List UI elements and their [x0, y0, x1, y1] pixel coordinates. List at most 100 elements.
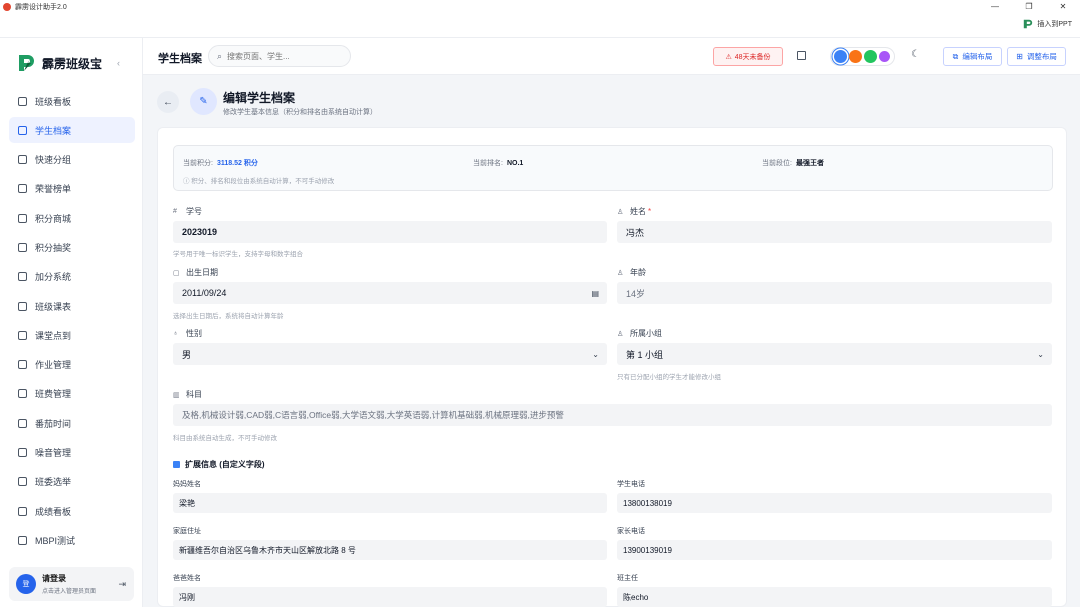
sidebar-item-quick-group[interactable]: 快速分组 — [9, 147, 135, 173]
theme-color-blue[interactable] — [834, 50, 847, 63]
page-title: 学生档案 — [158, 53, 202, 65]
grid-icon — [173, 461, 180, 468]
sidebar-item-grades[interactable]: 成绩看板 — [9, 498, 135, 524]
theme-color-orange[interactable] — [849, 50, 862, 63]
gender-label-text: 性别 — [186, 329, 202, 338]
sidebar-item-points-lottery[interactable]: 积分抽奖 — [9, 234, 135, 260]
subjects-label-text: 科目 — [186, 390, 202, 399]
timer-icon — [18, 418, 27, 428]
search-input[interactable] — [227, 51, 338, 61]
sidebar-item-homework[interactable]: 作业管理 — [9, 352, 135, 378]
chevron-down-icon: ⌄ — [592, 349, 599, 359]
login-panel[interactable]: 登 请登录 点击进入管理员页面 ⇥ — [9, 567, 134, 601]
sidebar-item-student-profile[interactable]: 学生档案 — [9, 117, 135, 144]
calendar-icon: ▢ — [173, 269, 180, 277]
age-field: 14岁 — [617, 282, 1052, 304]
sidebar-item-points-mall[interactable]: 积分商城 — [9, 205, 135, 231]
name-label-text: 姓名 — [630, 207, 646, 216]
backup-warning-badge[interactable]: ⚠ 48天未备份 — [713, 47, 783, 66]
theme-color-purple[interactable] — [879, 51, 890, 62]
sidebar-item-timetable[interactable]: 班级课表 — [9, 293, 135, 319]
theme-color-picker — [830, 47, 895, 66]
adjust-layout-button[interactable]: ⊞ 调整布局 — [1007, 47, 1066, 66]
sidebar-item-election[interactable]: 班委选举 — [9, 469, 135, 495]
check-circle-icon — [18, 330, 27, 340]
subjects-field: 及格,机械设计弱,CAD弱,C语言弱,Office弱,大学语文弱,大学英语弱,计… — [173, 404, 1052, 426]
edit-layout-label: 编辑布局 — [962, 52, 993, 61]
insert-ppt-button[interactable]: 插入到PPT — [1022, 18, 1072, 30]
rank-label: 当前排名: — [473, 160, 503, 167]
adjust-icon: ⊞ — [1016, 52, 1023, 61]
teacher-label: 班主任 — [617, 575, 638, 582]
score-info: 当前积分: 3118.52 积分 — [183, 158, 258, 168]
sidebar-item-label: 班级课表 — [35, 301, 72, 312]
sidebar-item-class-board[interactable]: 班级看板 — [9, 88, 135, 114]
user-icon: ♙ — [617, 208, 624, 216]
student-id-field[interactable]: 2023019 — [173, 221, 607, 243]
sidebar-item-noise[interactable]: 噪音管理 — [9, 440, 135, 466]
score-info-box: 当前积分: 3118.52 积分 当前排名: NO.1 当前段位: 最强王者 ⓘ 积分… — [173, 145, 1053, 191]
book-icon — [18, 360, 27, 370]
sidebar-item-label: 班费管理 — [35, 389, 72, 400]
main-content: ← ✎ 编辑学生档案 修改学生基本信息（积分和排名由系统自动计算） 当前积分: 3… — [157, 84, 1067, 607]
sidebar-item-label: MBPI测试 — [35, 535, 76, 546]
gender-label: ♁ 性别 — [173, 328, 202, 339]
sidebar-item-label: 番茄时间 — [35, 418, 72, 429]
arrow-left-icon: ← — [163, 96, 173, 108]
sidebar-item-mbpi[interactable]: MBPI测试 — [9, 527, 135, 553]
sidebar-item-label: 作业管理 — [35, 360, 72, 371]
address-field[interactable]: 新疆维吾尔自治区乌鲁木齐市天山区解放北路 8 号 — [173, 540, 607, 560]
collapse-sidebar-icon[interactable]: ‹ — [117, 58, 120, 68]
login-subtitle: 点击进入管理员页面 — [42, 589, 97, 595]
window-title: 霹雳设计助手2.0 — [15, 3, 67, 11]
age-label-text: 年龄 — [630, 268, 646, 277]
date-picker-icon[interactable]: ▤ — [591, 289, 599, 298]
sidebar-item-label: 加分系统 — [35, 272, 72, 283]
group-value: 第 1 小组 — [626, 349, 664, 360]
close-button[interactable]: ✕ — [1046, 0, 1080, 13]
sidebar-item-label: 噪音管理 — [35, 448, 72, 459]
tier-label: 当前段位: — [762, 160, 792, 167]
sidebar-item-label: 快速分组 — [35, 155, 72, 166]
group-hint: 只有已分配小组的学生才能修改小组 — [617, 374, 721, 381]
sidebar-item-label: 班委选举 — [35, 477, 72, 488]
birth-hint: 选择出生日期后，系统将自动计算年龄 — [173, 313, 284, 320]
gender-select[interactable]: 男 ⌄ — [173, 343, 607, 365]
birth-label: ▢ 出生日期 — [173, 267, 218, 278]
search-box[interactable]: ⌕ — [208, 45, 351, 67]
pencil-icon: ✎ — [190, 88, 217, 115]
ppt-toolbar: 插入到PPT — [0, 13, 1080, 38]
mother-name-field[interactable]: 梁艳 — [173, 493, 607, 513]
logout-icon[interactable]: ⇥ — [118, 579, 126, 590]
sidebar-item-label: 积分商城 — [35, 213, 72, 224]
sidebar-item-roll-call[interactable]: 课堂点到 — [9, 322, 135, 348]
layout-toggle-icon[interactable] — [797, 51, 806, 60]
age-label: ♙ 年龄 — [617, 267, 646, 278]
subjects-hint: 科目由系统自动生成，不可手动修改 — [173, 435, 277, 442]
theme-color-green[interactable] — [864, 50, 877, 63]
sidebar-item-honor-list[interactable]: 荣誉榜单 — [9, 176, 135, 202]
minimize-button[interactable]: — — [978, 0, 1012, 13]
dark-mode-icon[interactable]: ☾ — [911, 49, 920, 60]
sidebar: 霹雳班级宝 ‹ 班级看板 学生档案 快速分组 荣誉榜单 积分商城 积分抽奖 加分… — [0, 38, 143, 607]
father-name-field[interactable]: 冯刚 — [173, 587, 607, 607]
score-info-note: ⓘ 积分、排名和段位由系统自动计算，不可手动修改 — [183, 178, 335, 185]
gender-value: 男 — [182, 349, 192, 360]
form-subtitle: 修改学生基本信息（积分和排名由系统自动计算） — [223, 109, 377, 116]
back-button[interactable]: ← — [157, 91, 179, 113]
student-phone-field[interactable]: 13800138019 — [617, 493, 1052, 513]
parent-phone-label: 家长电话 — [617, 528, 645, 535]
sidebar-item-class-fund[interactable]: 班费管理 — [9, 381, 135, 407]
edit-icon: ⧉ — [952, 51, 959, 61]
sidebar-item-pomodoro[interactable]: 番茄时间 — [9, 410, 135, 436]
parent-phone-field[interactable]: 13900139019 — [617, 540, 1052, 560]
edit-layout-button[interactable]: ⧉ 编辑布局 — [943, 47, 1002, 66]
group-select[interactable]: 第 1 小组 ⌄ — [617, 343, 1052, 365]
restore-button[interactable]: ❐ — [1012, 0, 1046, 13]
sidebar-item-bonus-system[interactable]: 加分系统 — [9, 264, 135, 290]
form-card: 当前积分: 3118.52 积分 当前排名: NO.1 当前段位: 最强王者 ⓘ 积分… — [157, 127, 1067, 607]
teacher-field[interactable]: 陈echo — [617, 587, 1052, 607]
birth-date-field[interactable]: 2011/09/24 ▤ — [173, 282, 607, 304]
name-field[interactable]: 冯杰 — [617, 221, 1052, 243]
trophy-icon — [18, 184, 27, 194]
